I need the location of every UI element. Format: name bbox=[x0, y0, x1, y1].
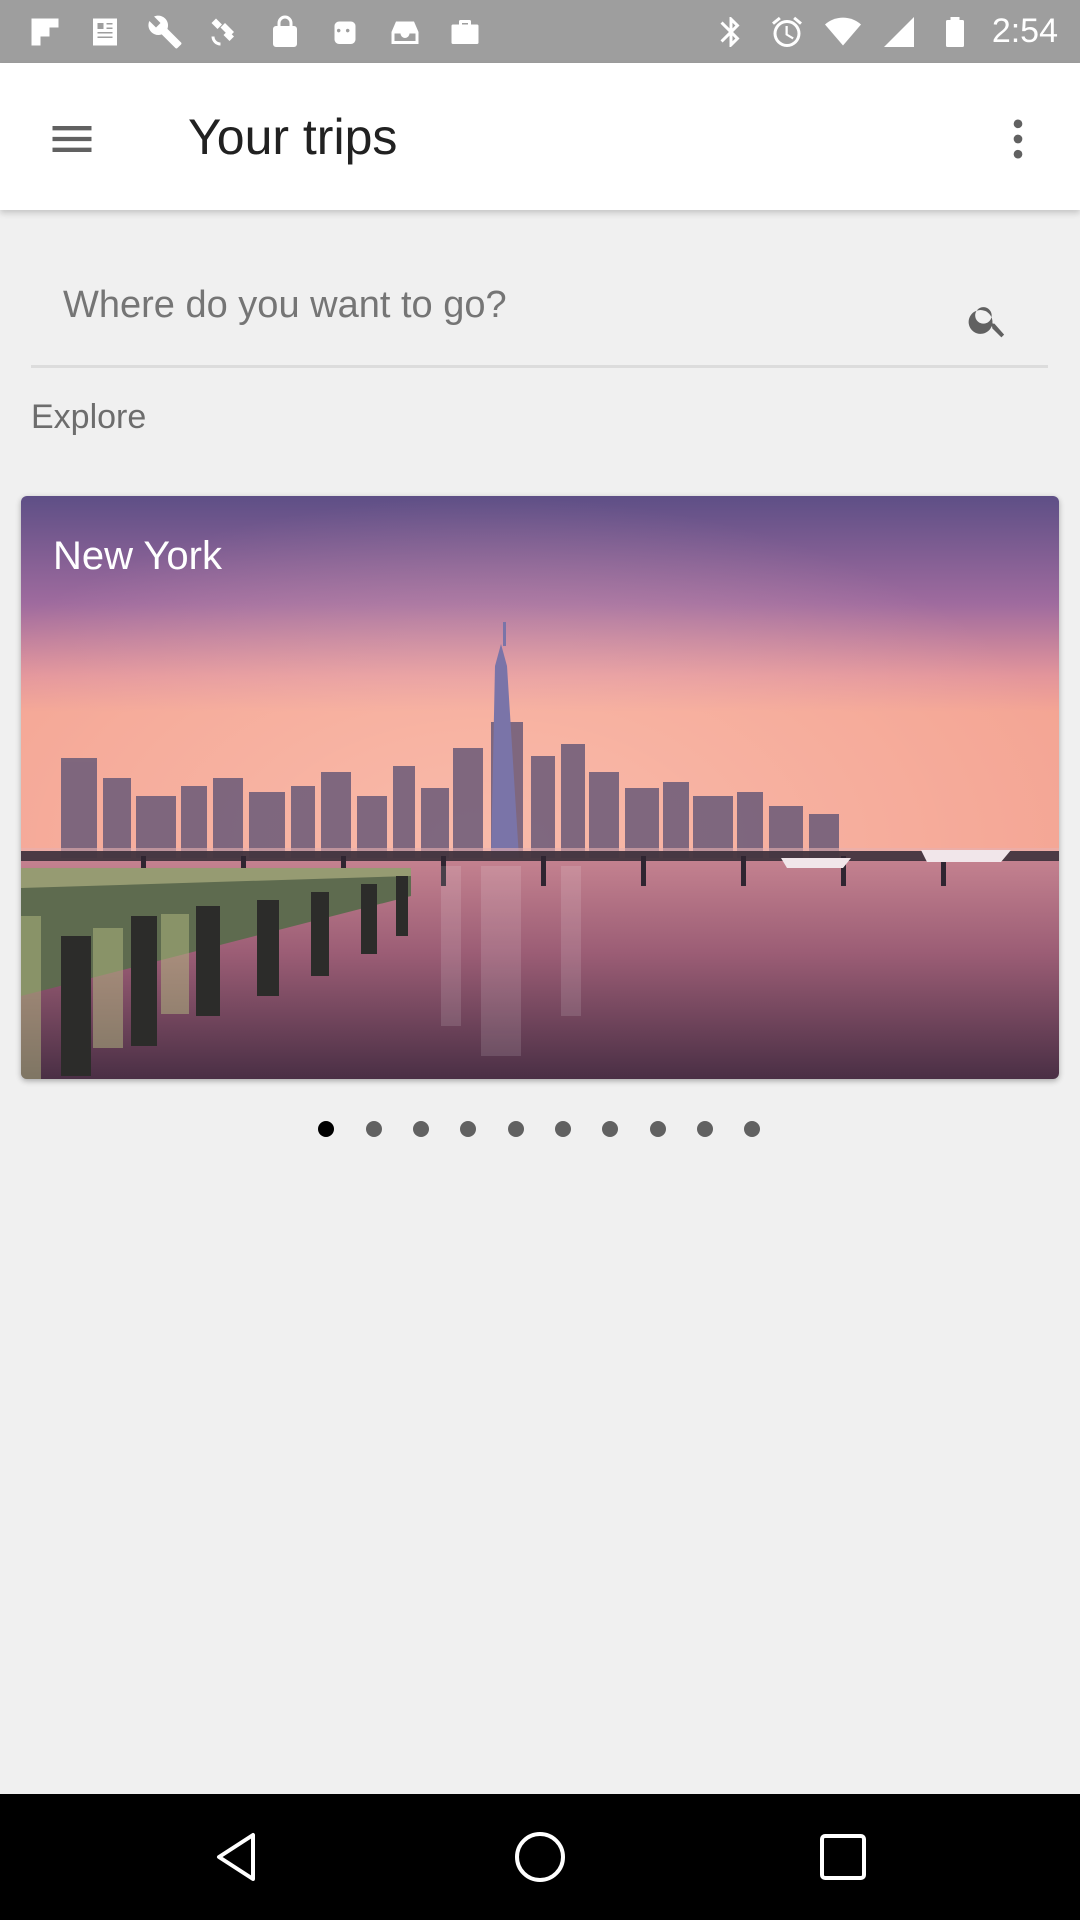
carousel-dot[interactable] bbox=[555, 1121, 571, 1137]
page-title: Your trips bbox=[188, 109, 398, 165]
carousel-indicator bbox=[0, 1117, 1080, 1141]
battery-icon bbox=[936, 13, 974, 51]
search-icon[interactable] bbox=[966, 298, 1010, 342]
carousel-dot[interactable] bbox=[650, 1121, 666, 1137]
back-icon[interactable] bbox=[207, 1827, 267, 1887]
system-navigation-bar bbox=[0, 1794, 1080, 1920]
new-york-skyline-image bbox=[21, 496, 1059, 1079]
carousel-dot[interactable] bbox=[744, 1121, 760, 1137]
more-vertical-icon[interactable] bbox=[982, 103, 1054, 175]
carousel-dot[interactable] bbox=[697, 1121, 713, 1137]
home-icon[interactable] bbox=[510, 1827, 570, 1887]
satellite-icon bbox=[206, 13, 244, 51]
status-bar: 2:54 bbox=[0, 0, 1080, 63]
search-bar bbox=[31, 262, 1048, 368]
signal-icon bbox=[880, 13, 918, 51]
carousel-dot[interactable] bbox=[460, 1121, 476, 1137]
flipboard-icon bbox=[26, 13, 64, 51]
carousel-dot[interactable] bbox=[602, 1121, 618, 1137]
app-bar: Your trips bbox=[0, 63, 1080, 210]
inbox-check-icon bbox=[386, 13, 424, 51]
search-input[interactable] bbox=[31, 262, 931, 348]
briefcase-icon bbox=[446, 13, 484, 51]
carousel-dot[interactable] bbox=[413, 1121, 429, 1137]
explore-label: Explore bbox=[31, 398, 147, 436]
card-title: New York bbox=[53, 534, 222, 578]
wrench-icon bbox=[146, 13, 184, 51]
robot-icon bbox=[326, 13, 364, 51]
alarm-icon bbox=[768, 13, 806, 51]
carousel-dot[interactable] bbox=[318, 1121, 334, 1137]
carousel-dot[interactable] bbox=[508, 1121, 524, 1137]
hamburger-menu-icon[interactable] bbox=[36, 103, 108, 175]
news-icon bbox=[86, 13, 124, 51]
carousel-dot[interactable] bbox=[366, 1121, 382, 1137]
status-time: 2:54 bbox=[991, 12, 1058, 50]
lock-icon bbox=[266, 13, 304, 51]
search-underline bbox=[31, 365, 1048, 368]
destination-card[interactable]: New York bbox=[21, 496, 1059, 1079]
recents-icon[interactable] bbox=[813, 1827, 873, 1887]
wifi-icon bbox=[824, 13, 862, 51]
bluetooth-icon bbox=[712, 13, 750, 51]
